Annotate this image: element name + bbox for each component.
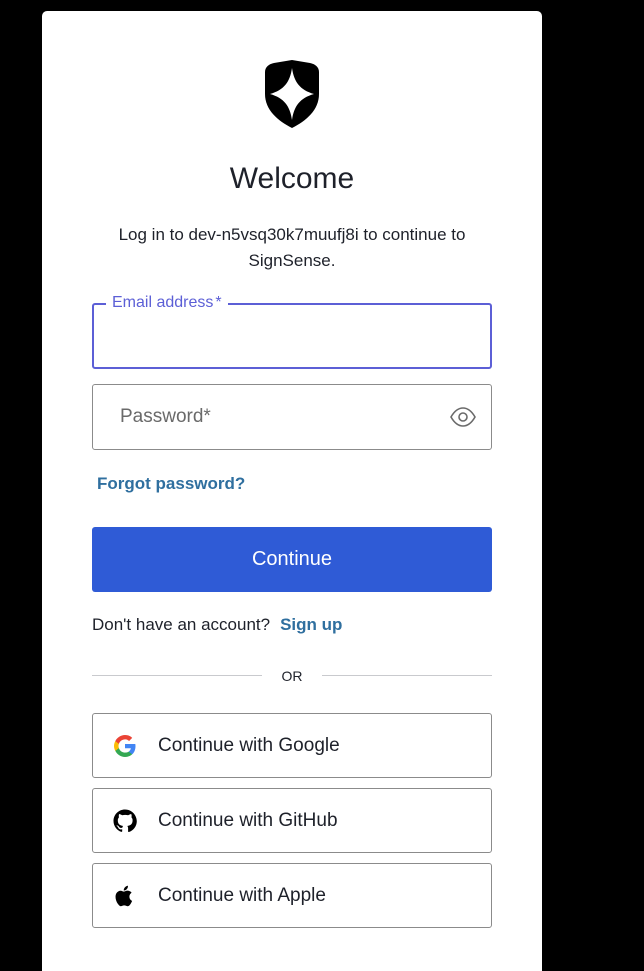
description-line-1: Log in to dev-n5vsq30k7muufj8i to contin… (118, 225, 466, 244)
divider-line-right (322, 675, 492, 676)
github-icon (113, 809, 137, 833)
apple-button-label: Continue with Apple (158, 885, 326, 906)
signup-link[interactable]: Sign up (280, 615, 342, 634)
continue-with-github-button[interactable]: Continue with GitHub (92, 788, 492, 853)
google-button-label: Continue with Google (158, 735, 340, 756)
password-field[interactable]: Password* (92, 384, 492, 450)
password-label: Password* (120, 406, 211, 427)
email-required-mark: * (215, 294, 222, 311)
page-title: Welcome (229, 162, 355, 195)
description-line-2: SignSense. (248, 251, 336, 270)
email-label: Email address * (106, 293, 228, 313)
google-icon (114, 735, 136, 757)
continue-with-apple-button[interactable]: Continue with Apple (92, 863, 492, 928)
login-description: Log in to dev-n5vsq30k7muufj8i to contin… (82, 222, 502, 274)
signup-prompt: Don't have an account? (92, 615, 271, 634)
eye-icon[interactable] (450, 406, 476, 428)
password-required-mark: * (203, 406, 211, 427)
forgot-password-link[interactable]: Forgot password? (97, 473, 245, 495)
continue-with-google-button[interactable]: Continue with Google (92, 713, 492, 778)
continue-button[interactable]: Continue (92, 527, 492, 592)
email-field[interactable]: Email address * (92, 293, 492, 369)
signup-row: Don't have an account? Sign up (92, 614, 342, 636)
login-card: Welcome Log in to dev-n5vsq30k7muufj8i t… (42, 11, 542, 971)
shield-star-icon (265, 60, 319, 128)
divider-text: OR (281, 668, 303, 684)
apple-icon (115, 885, 133, 907)
or-divider: OR (92, 665, 492, 687)
github-button-label: Continue with GitHub (158, 810, 338, 831)
